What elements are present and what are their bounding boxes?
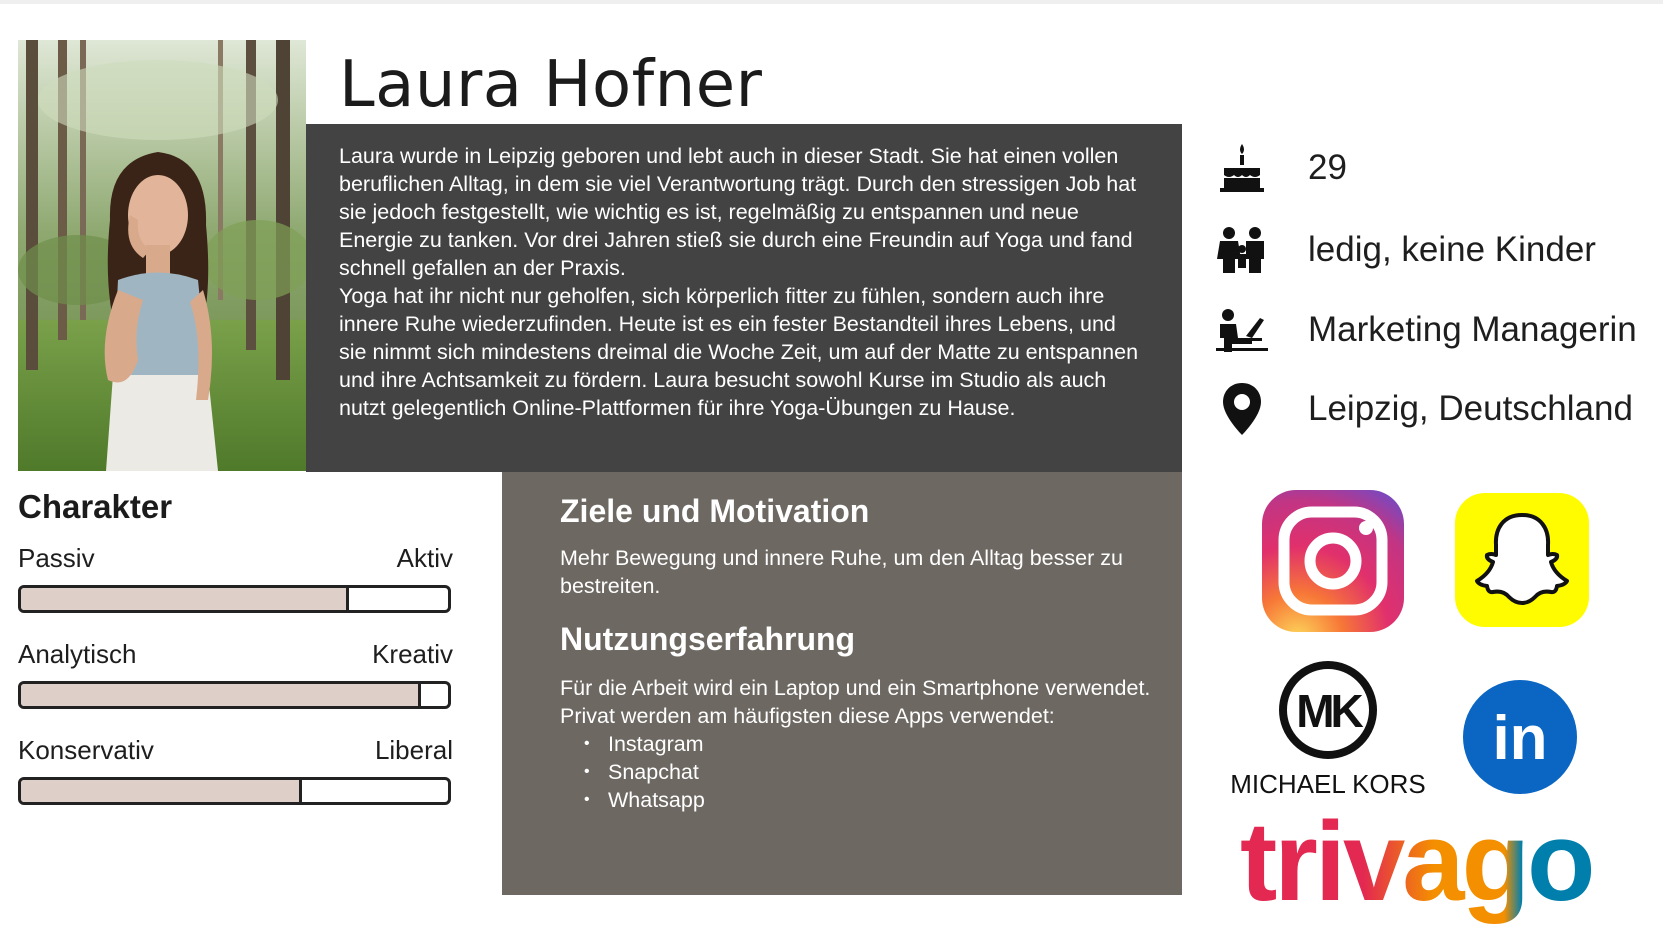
usage-title: Nutzungserfahrung	[560, 621, 856, 657]
fact-age: 29	[1212, 138, 1347, 198]
trait-bar-fill	[21, 684, 422, 706]
mk-wordmark: MICHAEL KORS	[1230, 769, 1426, 799]
goals-panel: Ziele und Motivation Mehr Bewegung und i…	[502, 472, 1182, 895]
trait-right-label: Liberal	[374, 735, 453, 765]
trait-right-label: Aktiv	[396, 543, 453, 573]
fact-job-text: Marketing Managerin	[1308, 310, 1637, 349]
fact-job: Marketing Managerin	[1212, 300, 1637, 360]
app-list: Instagram Snapchat Whatsapp	[560, 730, 1162, 814]
trait-bar	[18, 777, 451, 805]
birthday-cake-icon	[1212, 138, 1272, 198]
snapchat-logo-icon	[1455, 493, 1589, 631]
fact-family-text: ledig, keine Kinder	[1308, 230, 1596, 269]
goals-text: Mehr Bewegung und innere Ruhe, um den Al…	[560, 546, 1123, 598]
usage-text-apps: Privat werden am häufigsten diese Apps v…	[560, 704, 1055, 728]
list-item: Snapchat	[584, 758, 1162, 786]
fact-location-text: Leipzig, Deutschland	[1308, 389, 1633, 428]
persona-photo	[18, 40, 306, 471]
trait-passiv-aktiv: Passiv Aktiv	[18, 543, 453, 613]
instagram-logo-icon	[1262, 490, 1404, 636]
trait-bar-fill	[21, 588, 349, 610]
trait-right-label: Kreativ	[372, 639, 453, 669]
trait-bar	[18, 585, 451, 613]
trait-bar-fill	[21, 780, 302, 802]
fact-family: ledig, keine Kinder	[1212, 220, 1596, 280]
trait-bar	[18, 681, 451, 709]
bio-paragraph-2: Yoga hat ihr nicht nur geholfen, sich kö…	[339, 284, 1139, 420]
persona-name: Laura Hofner	[339, 48, 763, 122]
list-item: Whatsapp	[584, 786, 1162, 814]
location-pin-icon	[1212, 379, 1272, 439]
mk-monogram: MK	[1296, 685, 1363, 737]
top-divider	[0, 0, 1663, 4]
usage-text-devices: Für die Arbeit wird ein Laptop und ein S…	[560, 676, 1151, 700]
trait-left-label: Passiv	[18, 543, 95, 573]
person-at-laptop-icon	[1212, 300, 1272, 360]
trait-left-label: Analytisch	[18, 639, 137, 669]
list-item: Instagram	[584, 730, 1162, 758]
bio-panel: Laura wurde in Leipzig geboren und lebt …	[306, 124, 1182, 472]
trait-left-label: Konservativ	[18, 735, 154, 765]
trait-konservativ-liberal: Konservativ Liberal	[18, 735, 453, 805]
linkedin-logo-icon: in	[1463, 680, 1577, 798]
goals-title: Ziele und Motivation	[560, 493, 870, 529]
bio-paragraph-1: Laura wurde in Leipzig geboren und lebt …	[339, 144, 1137, 280]
trait-analytisch-kreativ: Analytisch Kreativ	[18, 639, 453, 709]
linkedin-mark: in	[1492, 704, 1547, 773]
michael-kors-logo: MK MICHAEL KORS	[1228, 660, 1428, 800]
family-icon	[1212, 220, 1272, 280]
trivago-logo: trivago	[1240, 799, 1620, 932]
character-title: Charakter	[18, 488, 173, 525]
trivago-wordmark: trivago	[1240, 808, 1592, 924]
fact-location: Leipzig, Deutschland	[1212, 379, 1633, 439]
fact-age-text: 29	[1308, 148, 1347, 187]
